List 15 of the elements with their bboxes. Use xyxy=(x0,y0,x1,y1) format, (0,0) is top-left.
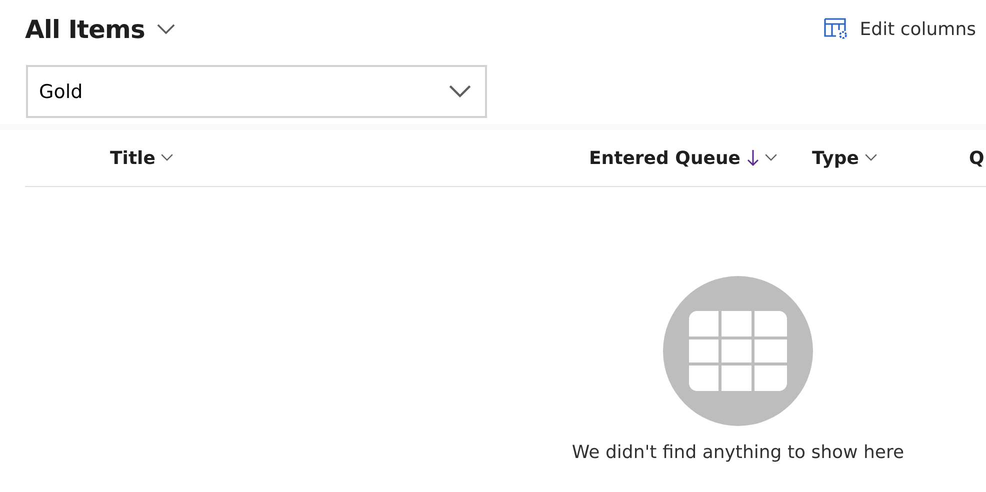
chevron-down-icon xyxy=(156,24,175,34)
chevron-down-icon xyxy=(449,84,471,98)
column-header[interactable]: Q xyxy=(969,148,984,168)
filter-dropdown[interactable]: Gold xyxy=(26,65,487,118)
column-header[interactable]: Type xyxy=(812,148,877,168)
empty-message: We didn't find anything to show here xyxy=(572,442,904,463)
edit-columns-button[interactable]: Edit columns xyxy=(824,18,976,40)
grid-icon xyxy=(689,311,787,391)
view-selector[interactable]: All Items xyxy=(25,14,175,44)
column-header[interactable]: Entered Queue xyxy=(589,148,777,168)
chevron-down-icon xyxy=(864,154,877,162)
table-settings-icon xyxy=(824,18,850,40)
chevron-down-icon xyxy=(161,154,174,162)
chevron-down-icon xyxy=(764,154,777,162)
column-header[interactable]: Title xyxy=(110,148,174,168)
